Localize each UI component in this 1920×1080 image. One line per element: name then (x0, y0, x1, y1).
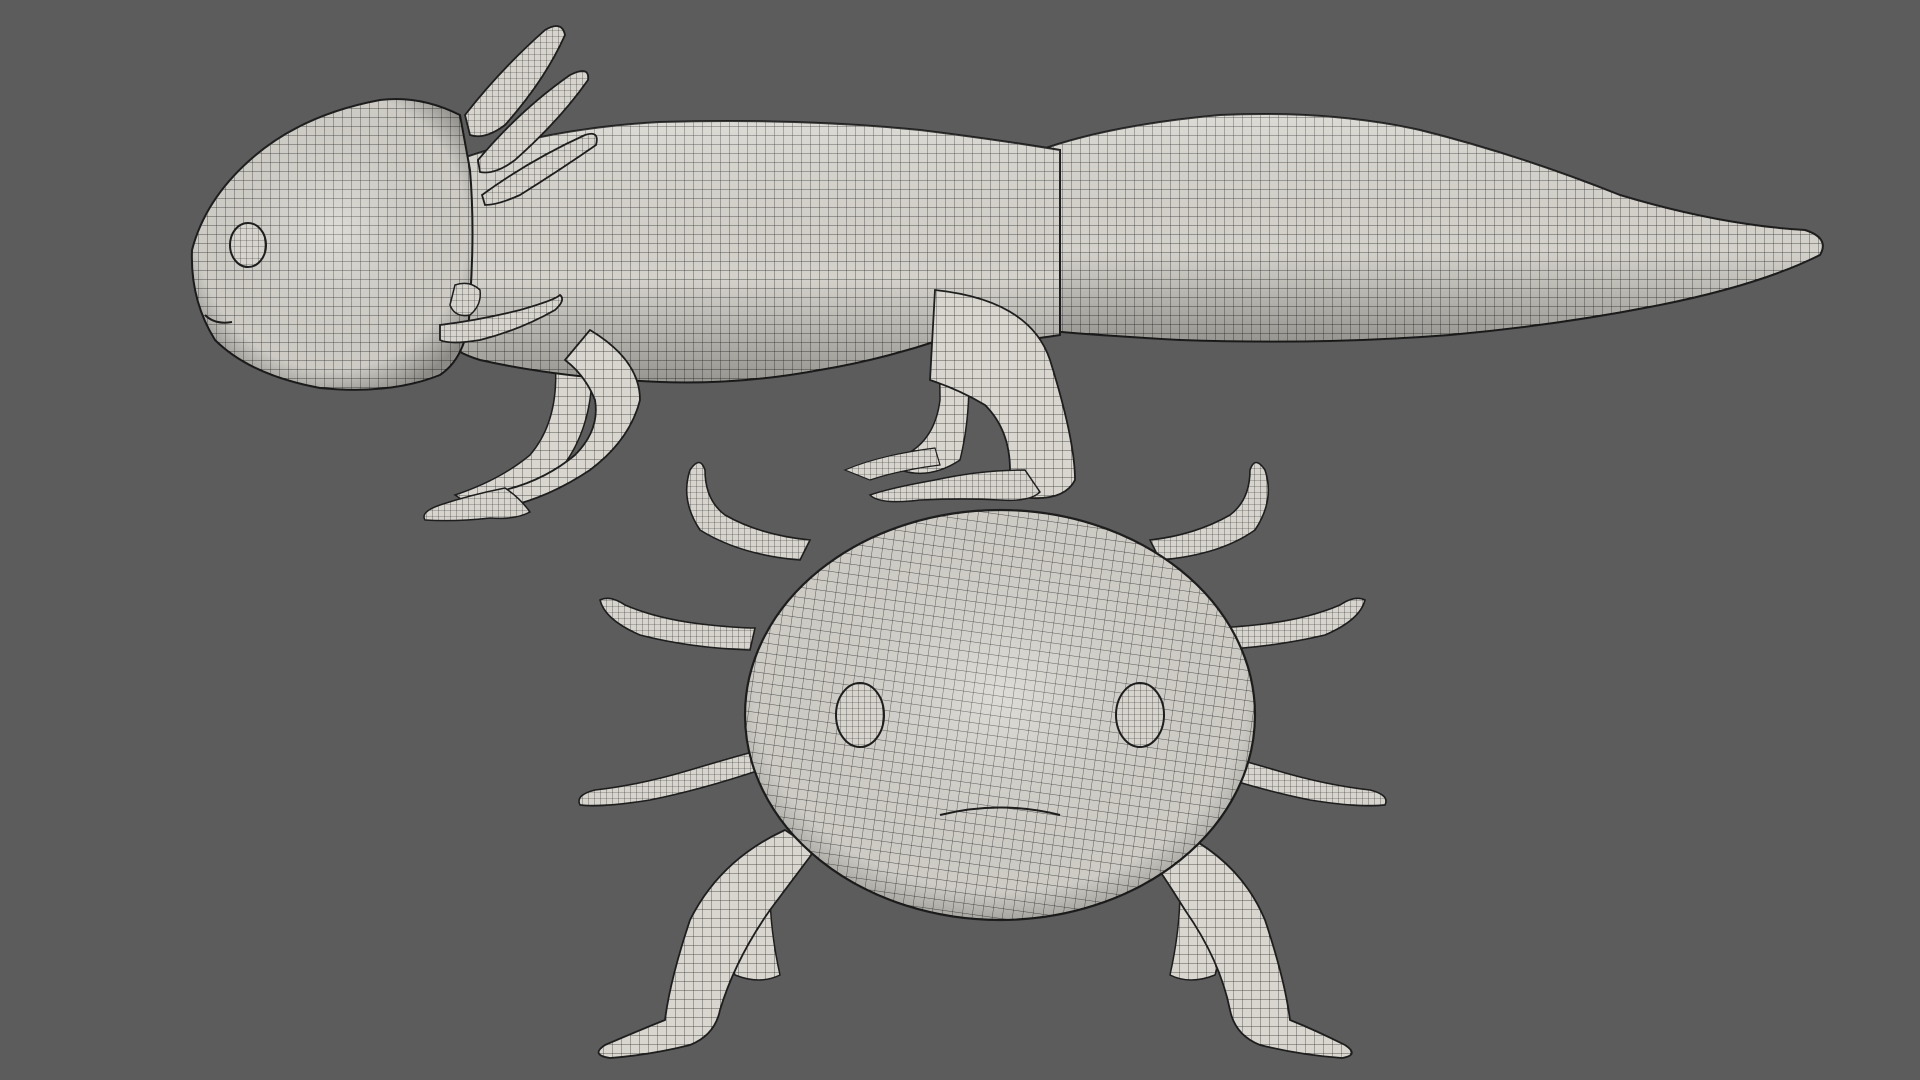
front-left-eye (835, 682, 885, 748)
front-right-eye (1115, 682, 1165, 748)
axolotl-front-view[interactable] (578, 461, 1387, 1059)
3d-viewport[interactable] (0, 0, 1920, 1080)
viewport-canvas (190, 25, 1824, 1059)
axolotl-side-view[interactable] (190, 25, 1824, 522)
side-back-foot (868, 469, 1041, 503)
side-eye (229, 222, 267, 268)
front-left-leg (597, 828, 817, 1059)
